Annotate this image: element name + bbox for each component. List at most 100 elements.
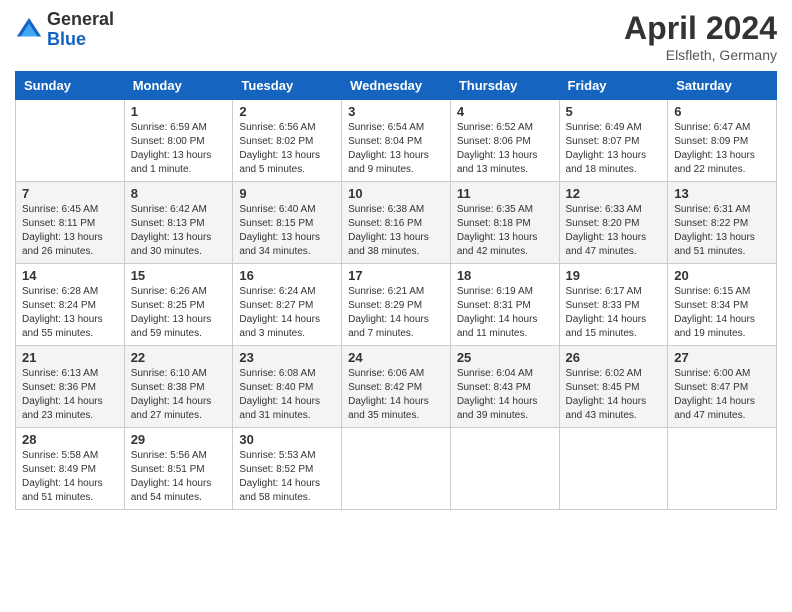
day-info: Sunrise: 6:40 AMSunset: 8:15 PMDaylight:… (239, 203, 335, 259)
day-cell: 30 Sunrise: 5:53 AMSunset: 8:52 PMDayligh… (233, 428, 342, 510)
day-number: 17 (348, 268, 444, 283)
day-cell: 18 Sunrise: 6:19 AMSunset: 8:31 PMDayligh… (450, 264, 559, 346)
day-number: 11 (457, 186, 553, 201)
day-cell: 11 Sunrise: 6:35 AMSunset: 8:18 PMDayligh… (450, 182, 559, 264)
header: General Blue April 2024 Elsfleth, German… (15, 10, 777, 63)
week-row-2: 7 Sunrise: 6:45 AMSunset: 8:11 PMDaylight… (16, 182, 777, 264)
day-info: Sunrise: 6:56 AMSunset: 8:02 PMDaylight:… (239, 121, 335, 177)
day-number: 19 (566, 268, 662, 283)
calendar-page: General Blue April 2024 Elsfleth, German… (0, 0, 792, 612)
day-info: Sunrise: 6:13 AMSunset: 8:36 PMDaylight:… (22, 367, 118, 423)
day-info: Sunrise: 6:52 AMSunset: 8:06 PMDaylight:… (457, 121, 553, 177)
day-number: 30 (239, 432, 335, 447)
day-number: 18 (457, 268, 553, 283)
day-cell: 13 Sunrise: 6:31 AMSunset: 8:22 PMDayligh… (668, 182, 777, 264)
day-info: Sunrise: 6:33 AMSunset: 8:20 PMDaylight:… (566, 203, 662, 259)
week-row-1: 1Sunrise: 6:59 AMSunset: 8:00 PMDaylight… (16, 100, 777, 182)
day-number: 12 (566, 186, 662, 201)
day-cell (668, 428, 777, 510)
day-number: 9 (239, 186, 335, 201)
week-row-3: 14Sunrise: 6:28 AMSunset: 8:24 PMDayligh… (16, 264, 777, 346)
day-info: Sunrise: 6:00 AMSunset: 8:47 PMDaylight:… (674, 367, 770, 423)
day-info: Sunrise: 6:17 AMSunset: 8:33 PMDaylight:… (566, 285, 662, 341)
day-info: Sunrise: 6:02 AMSunset: 8:45 PMDaylight:… (566, 367, 662, 423)
day-cell: 5 Sunrise: 6:49 AMSunset: 8:07 PMDaylight… (559, 100, 668, 182)
day-cell: 4 Sunrise: 6:52 AMSunset: 8:06 PMDaylight… (450, 100, 559, 182)
day-number: 14 (22, 268, 118, 283)
logo-blue-text: Blue (47, 29, 86, 49)
day-number: 27 (674, 350, 770, 365)
day-cell: 15 Sunrise: 6:26 AMSunset: 8:25 PMDayligh… (124, 264, 233, 346)
day-number: 7 (22, 186, 118, 201)
day-number: 5 (566, 104, 662, 119)
day-number: 24 (348, 350, 444, 365)
day-cell: 14Sunrise: 6:28 AMSunset: 8:24 PMDayligh… (16, 264, 125, 346)
day-cell: 9 Sunrise: 6:40 AMSunset: 8:15 PMDaylight… (233, 182, 342, 264)
weekday-header-tuesday: Tuesday (233, 72, 342, 100)
day-number: 16 (239, 268, 335, 283)
day-info: Sunrise: 6:31 AMSunset: 8:22 PMDaylight:… (674, 203, 770, 259)
day-info: Sunrise: 6:35 AMSunset: 8:18 PMDaylight:… (457, 203, 553, 259)
day-cell: 1Sunrise: 6:59 AMSunset: 8:00 PMDaylight… (124, 100, 233, 182)
day-cell: 17 Sunrise: 6:21 AMSunset: 8:29 PMDayligh… (342, 264, 451, 346)
weekday-header-wednesday: Wednesday (342, 72, 451, 100)
day-number: 28 (22, 432, 118, 447)
day-number: 8 (131, 186, 227, 201)
day-number: 13 (674, 186, 770, 201)
weekday-header-thursday: Thursday (450, 72, 559, 100)
day-cell: 23 Sunrise: 6:08 AMSunset: 8:40 PMDayligh… (233, 346, 342, 428)
day-cell: 27 Sunrise: 6:00 AMSunset: 8:47 PMDayligh… (668, 346, 777, 428)
day-cell (342, 428, 451, 510)
day-cell: 19 Sunrise: 6:17 AMSunset: 8:33 PMDayligh… (559, 264, 668, 346)
day-info: Sunrise: 6:15 AMSunset: 8:34 PMDaylight:… (674, 285, 770, 341)
weekday-header-row: SundayMondayTuesdayWednesdayThursdayFrid… (16, 72, 777, 100)
day-number: 23 (239, 350, 335, 365)
day-info: Sunrise: 6:45 AMSunset: 8:11 PMDaylight:… (22, 203, 118, 259)
day-cell: 12 Sunrise: 6:33 AMSunset: 8:20 PMDayligh… (559, 182, 668, 264)
day-info: Sunrise: 6:08 AMSunset: 8:40 PMDaylight:… (239, 367, 335, 423)
day-cell: 20Sunrise: 6:15 AMSunset: 8:34 PMDayligh… (668, 264, 777, 346)
day-cell: 2 Sunrise: 6:56 AMSunset: 8:02 PMDaylight… (233, 100, 342, 182)
title-block: April 2024 Elsfleth, Germany (624, 10, 777, 63)
day-number: 21 (22, 350, 118, 365)
weekday-header-saturday: Saturday (668, 72, 777, 100)
day-number: 15 (131, 268, 227, 283)
day-cell: 21 Sunrise: 6:13 AMSunset: 8:36 PMDayligh… (16, 346, 125, 428)
weekday-header-friday: Friday (559, 72, 668, 100)
day-info: Sunrise: 6:26 AMSunset: 8:25 PMDaylight:… (131, 285, 227, 341)
day-cell: 3 Sunrise: 6:54 AMSunset: 8:04 PMDaylight… (342, 100, 451, 182)
day-number: 2 (239, 104, 335, 119)
week-row-4: 21 Sunrise: 6:13 AMSunset: 8:36 PMDayligh… (16, 346, 777, 428)
day-info: Sunrise: 6:42 AMSunset: 8:13 PMDaylight:… (131, 203, 227, 259)
day-info: Sunrise: 6:54 AMSunset: 8:04 PMDaylight:… (348, 121, 444, 177)
day-number: 6 (674, 104, 770, 119)
day-info: Sunrise: 6:49 AMSunset: 8:07 PMDaylight:… (566, 121, 662, 177)
day-info: Sunrise: 6:21 AMSunset: 8:29 PMDaylight:… (348, 285, 444, 341)
weekday-header-sunday: Sunday (16, 72, 125, 100)
day-cell: 8 Sunrise: 6:42 AMSunset: 8:13 PMDaylight… (124, 182, 233, 264)
day-info: Sunrise: 6:04 AMSunset: 8:43 PMDaylight:… (457, 367, 553, 423)
day-info: Sunrise: 6:06 AMSunset: 8:42 PMDaylight:… (348, 367, 444, 423)
day-number: 3 (348, 104, 444, 119)
day-info: Sunrise: 6:10 AMSunset: 8:38 PMDaylight:… (131, 367, 227, 423)
day-info: Sunrise: 6:24 AMSunset: 8:27 PMDaylight:… (239, 285, 335, 341)
weekday-header-monday: Monday (124, 72, 233, 100)
month-year: April 2024 (624, 10, 777, 47)
day-cell: 6Sunrise: 6:47 AMSunset: 8:09 PMDaylight… (668, 100, 777, 182)
day-info: Sunrise: 5:58 AMSunset: 8:49 PMDaylight:… (22, 449, 118, 505)
day-info: Sunrise: 6:38 AMSunset: 8:16 PMDaylight:… (348, 203, 444, 259)
day-cell (450, 428, 559, 510)
day-cell: 22 Sunrise: 6:10 AMSunset: 8:38 PMDayligh… (124, 346, 233, 428)
day-info: Sunrise: 6:19 AMSunset: 8:31 PMDaylight:… (457, 285, 553, 341)
day-cell: 29Sunrise: 5:56 AMSunset: 8:51 PMDayligh… (124, 428, 233, 510)
calendar-table: SundayMondayTuesdayWednesdayThursdayFrid… (15, 71, 777, 510)
day-number: 29 (131, 432, 227, 447)
logo-general-text: General (47, 9, 114, 29)
day-info: Sunrise: 6:59 AMSunset: 8:00 PMDaylight:… (131, 121, 227, 177)
day-number: 10 (348, 186, 444, 201)
day-info: Sunrise: 5:53 AMSunset: 8:52 PMDaylight:… (239, 449, 335, 505)
logo-icon (15, 16, 43, 44)
day-cell: 28 Sunrise: 5:58 AMSunset: 8:49 PMDayligh… (16, 428, 125, 510)
day-number: 4 (457, 104, 553, 119)
day-number: 22 (131, 350, 227, 365)
